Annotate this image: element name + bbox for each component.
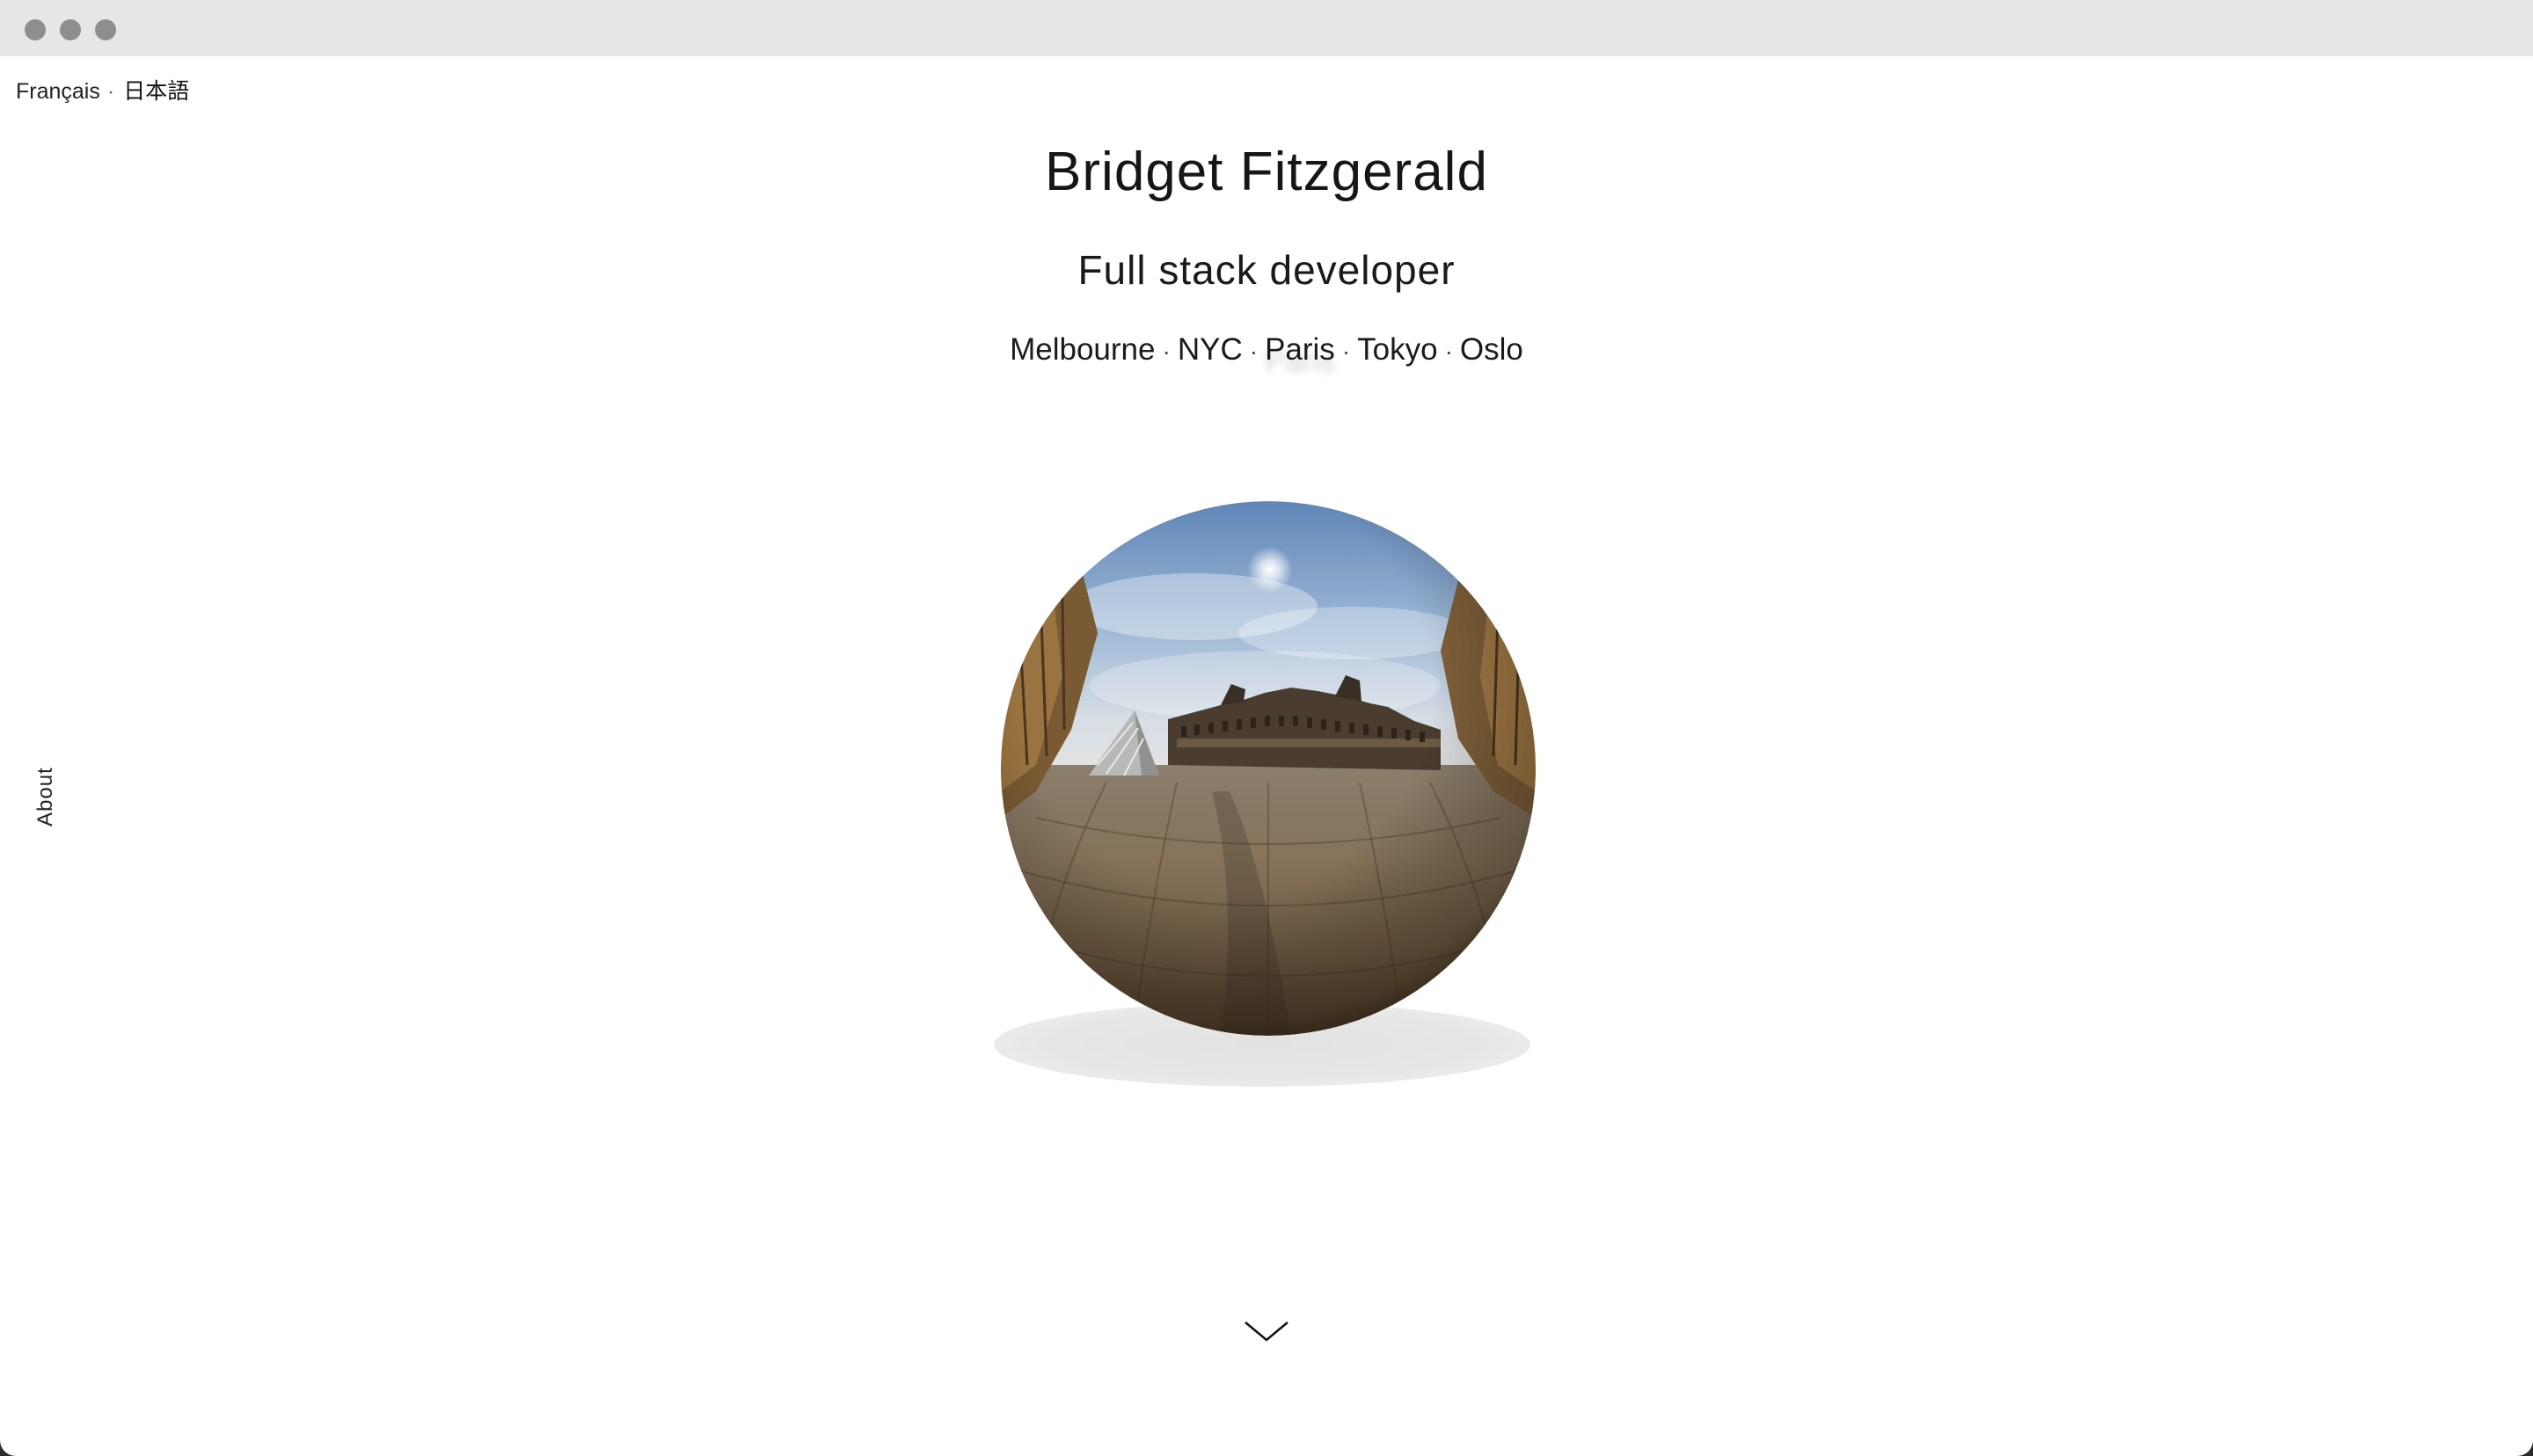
city-separator: · — [1249, 337, 1259, 365]
chevron-down-icon — [1245, 1321, 1288, 1342]
browser-window: Français · 日本語 Bridget Fitzgerald Full sta… — [0, 0, 2533, 1456]
city-separator: · — [1444, 337, 1453, 365]
about-nav-link[interactable]: About — [33, 767, 58, 826]
language-separator: · — [106, 79, 115, 104]
close-window-button[interactable] — [25, 19, 46, 40]
role-subtitle: Full stack developer — [1077, 247, 1456, 293]
language-switcher: Français · 日本語 — [16, 74, 189, 106]
city-tokyo: Tokyo — [1357, 332, 1438, 367]
city-melbourne: Melbourne — [1010, 332, 1156, 367]
language-link-japanese[interactable]: 日本語 — [123, 78, 189, 104]
window-titlebar — [0, 0, 2533, 56]
city-list: Melbourne · NYC · Paris · Tokyo · Oslo — [0, 332, 2533, 368]
scroll-down-button[interactable] — [1244, 1319, 1289, 1345]
city-paris: Paris — [1265, 332, 1335, 367]
page-title: Bridget Fitzgerald — [1045, 142, 1488, 202]
city-nyc: NYC — [1177, 332, 1243, 367]
panorama-sphere[interactable] — [994, 501, 1539, 1099]
city-oslo: Oslo — [1459, 332, 1523, 367]
sphere-panorama-image[interactable] — [1001, 501, 1536, 1036]
language-link-french[interactable]: Français — [16, 79, 100, 104]
city-separator: · — [1341, 337, 1351, 365]
maximize-window-button[interactable] — [95, 19, 116, 40]
city-separator: · — [1162, 337, 1171, 365]
minimize-window-button[interactable] — [60, 19, 81, 40]
